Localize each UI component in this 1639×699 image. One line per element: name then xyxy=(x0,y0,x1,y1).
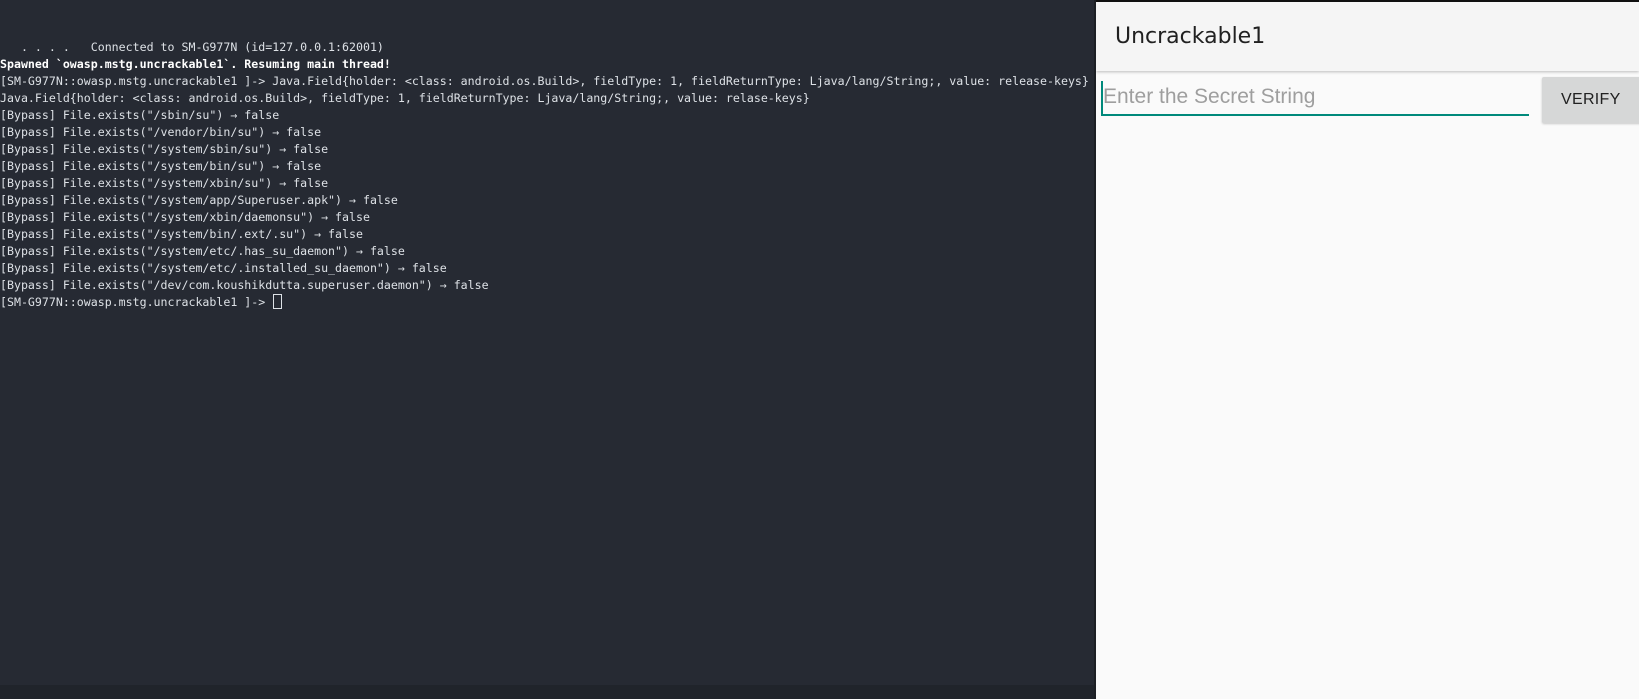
terminal-line: [Bypass] File.exists("/system/bin/.ext/.… xyxy=(0,227,363,241)
terminal-line: [Bypass] File.exists("/system/etc/.has_s… xyxy=(0,244,405,258)
terminal-line: Spawned `owasp.mstg.uncrackable1`. Resum… xyxy=(0,57,391,71)
terminal-status-bar xyxy=(0,685,1094,699)
terminal-line: . . . . Connected to SM-G977N (id=127.0.… xyxy=(0,40,384,54)
terminal-prompt-line[interactable]: [SM-G977N::owasp.mstg.uncrackable1 ]-> xyxy=(0,294,1094,311)
verify-button[interactable]: VERIFY xyxy=(1542,77,1639,123)
terminal-line: Java.Field{holder: <class: android.os.Bu… xyxy=(0,91,810,105)
app-bar: Uncrackable1 xyxy=(1096,2,1639,71)
terminal-line: [Bypass] File.exists("/system/xbin/su") … xyxy=(0,176,329,190)
terminal-line: [Bypass] File.exists("/system/sbin/su") … xyxy=(0,142,329,156)
android-app-window: Uncrackable1 VERIFY xyxy=(1096,0,1639,699)
terminal-cursor xyxy=(273,294,283,309)
secret-string-input[interactable] xyxy=(1101,80,1529,116)
terminal-line: [Bypass] File.exists("/system/app/Superu… xyxy=(0,193,398,207)
terminal-line: [Bypass] File.exists("/system/bin/su") →… xyxy=(0,159,322,173)
terminal-window[interactable]: . . . . Connected to SM-G977N (id=127.0.… xyxy=(0,0,1094,699)
terminal-output: . . . . Connected to SM-G977N (id=127.0.… xyxy=(0,5,1094,345)
terminal-line: [Bypass] File.exists("/system/etc/.insta… xyxy=(0,261,447,275)
terminal-line: [Bypass] File.exists("/system/xbin/daemo… xyxy=(0,210,370,224)
app-title: Uncrackable1 xyxy=(1115,24,1266,49)
terminal-line: [SM-G977N::owasp.mstg.uncrackable1 ]-> J… xyxy=(0,74,1089,88)
terminal-line: [Bypass] File.exists("/dev/com.koushikdu… xyxy=(0,278,489,292)
terminal-line: [Bypass] File.exists("/sbin/su") → false xyxy=(0,108,280,122)
terminal-line: [Bypass] File.exists("/vendor/bin/su") →… xyxy=(0,125,322,139)
text-caret xyxy=(1101,81,1103,114)
terminal-prompt: [SM-G977N::owasp.mstg.uncrackable1 ]-> xyxy=(0,295,273,309)
